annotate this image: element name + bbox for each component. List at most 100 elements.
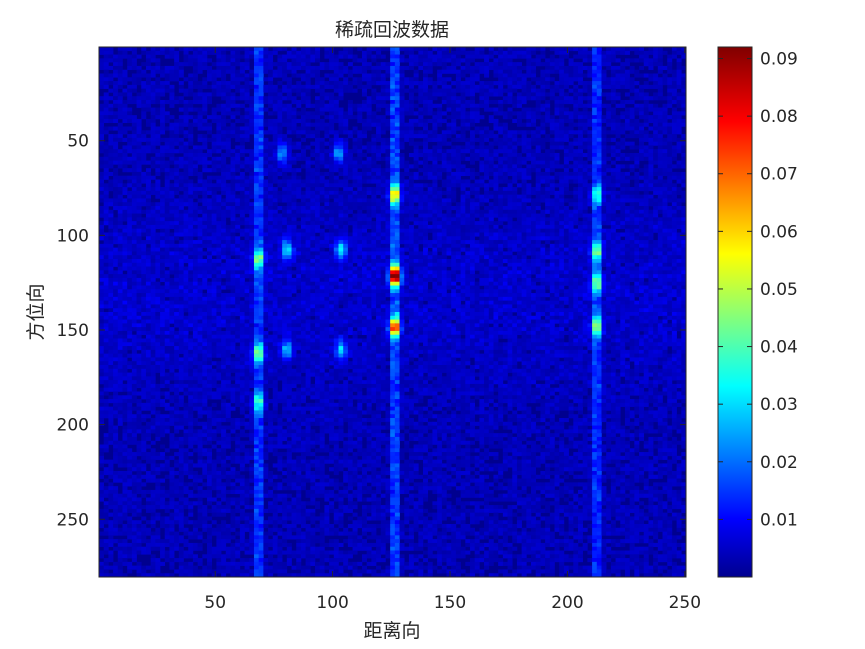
heatmap-cell: [207, 65, 213, 71]
heatmap-cell: [108, 171, 114, 177]
heatmap-cell: [667, 92, 673, 97]
heatmap-cell: [653, 103, 659, 108]
heatmap-cell: [648, 149, 654, 154]
heatmap-cell: [516, 224, 522, 230]
heatmap-cell: [239, 103, 245, 108]
heatmap-cell: [291, 47, 297, 52]
heatmap-cell: [521, 88, 527, 93]
heatmap-cell: [230, 130, 236, 135]
heatmap-cell: [324, 153, 330, 158]
heatmap-cell: [380, 213, 386, 218]
heatmap-cell: [361, 168, 367, 173]
heatmap-cell: [493, 213, 499, 218]
heatmap-cell: [371, 168, 377, 173]
heatmap-cell: [103, 47, 109, 52]
heatmap-cell: [150, 134, 156, 139]
heatmap-cell: [207, 217, 213, 222]
heatmap-cell: [488, 156, 494, 161]
heatmap-cell: [498, 175, 504, 180]
heatmap-cell: [535, 115, 541, 120]
heatmap-cell: [141, 217, 147, 222]
heatmap-cell: [531, 92, 537, 97]
heatmap-cell: [610, 145, 616, 150]
heatmap-cell: [319, 96, 325, 101]
heatmap-cell: [479, 141, 485, 146]
heatmap-cell: [244, 202, 250, 207]
heatmap-cell: [526, 175, 532, 180]
heatmap-cell: [300, 54, 306, 59]
heatmap-cell: [268, 187, 274, 192]
heatmap-cell: [253, 130, 259, 135]
heatmap-cell: [526, 198, 532, 203]
heatmap-cell: [521, 122, 527, 127]
heatmap-cell: [554, 50, 560, 55]
heatmap-cell: [192, 118, 198, 124]
heatmap-cell: [108, 50, 114, 55]
heatmap-cell: [202, 92, 208, 97]
heatmap-cell: [657, 92, 663, 97]
heatmap-cell: [319, 175, 325, 180]
heatmap-cell: [117, 107, 123, 112]
heatmap-cell: [263, 164, 269, 169]
heatmap-cell: [587, 137, 593, 142]
heatmap-cell: [408, 202, 414, 207]
heatmap-cell: [526, 65, 532, 71]
heatmap-cell: [484, 69, 490, 74]
heatmap-cell: [211, 107, 217, 112]
heatmap-cell: [559, 134, 565, 139]
heatmap-cell: [549, 58, 555, 63]
heatmap-cell: [484, 130, 490, 135]
heatmap-cell: [117, 224, 123, 230]
heatmap-cell: [127, 209, 133, 214]
heatmap-cell: [263, 77, 269, 82]
heatmap-cell: [277, 149, 283, 154]
heatmap-cell: [127, 107, 133, 112]
heatmap-cell: [286, 88, 292, 93]
heatmap-cell: [385, 65, 391, 71]
heatmap-cell: [282, 134, 288, 139]
heatmap-cell: [639, 202, 645, 207]
heatmap-cell: [399, 164, 405, 169]
heatmap-cell: [394, 221, 400, 226]
heatmap-cell: [141, 134, 147, 139]
heatmap-cell: [615, 84, 621, 89]
heatmap-cell: [413, 54, 419, 59]
heatmap-cell: [479, 126, 485, 131]
heatmap-cell: [272, 134, 278, 139]
heatmap-cell: [188, 81, 194, 86]
heatmap-cell: [507, 168, 513, 173]
heatmap-cell: [615, 47, 621, 52]
heatmap-cell: [399, 96, 405, 101]
heatmap-cell: [404, 126, 410, 131]
heatmap-cell: [620, 65, 626, 71]
heatmap-cell: [587, 118, 593, 124]
heatmap-cell: [639, 122, 645, 127]
heatmap-cell: [634, 156, 640, 161]
heatmap-cell: [446, 84, 452, 89]
heatmap-cell: [272, 145, 278, 150]
heatmap-cell: [399, 88, 405, 93]
heatmap-cell: [667, 171, 673, 177]
heatmap-cell: [418, 115, 424, 120]
heatmap-cell: [145, 209, 151, 214]
heatmap-cell: [329, 50, 335, 55]
heatmap-cell: [305, 77, 311, 82]
heatmap-cell: [676, 62, 682, 67]
heatmap-cell: [592, 164, 598, 169]
heatmap-cell: [512, 111, 518, 116]
heatmap-cell: [629, 190, 635, 195]
heatmap-cell: [319, 171, 325, 177]
heatmap-cell: [465, 137, 471, 142]
heatmap-cell: [516, 209, 522, 214]
heatmap-cell: [535, 141, 541, 146]
heatmap-cell: [315, 168, 321, 173]
heatmap-cell: [582, 50, 588, 55]
heatmap-cell: [352, 160, 358, 165]
heatmap-cell: [423, 217, 429, 222]
heatmap-cell: [531, 137, 537, 142]
heatmap-cell: [592, 77, 598, 82]
heatmap-cell: [338, 149, 344, 154]
heatmap-cell: [207, 179, 213, 184]
heatmap-cell: [437, 145, 443, 150]
heatmap-cell: [333, 145, 339, 150]
